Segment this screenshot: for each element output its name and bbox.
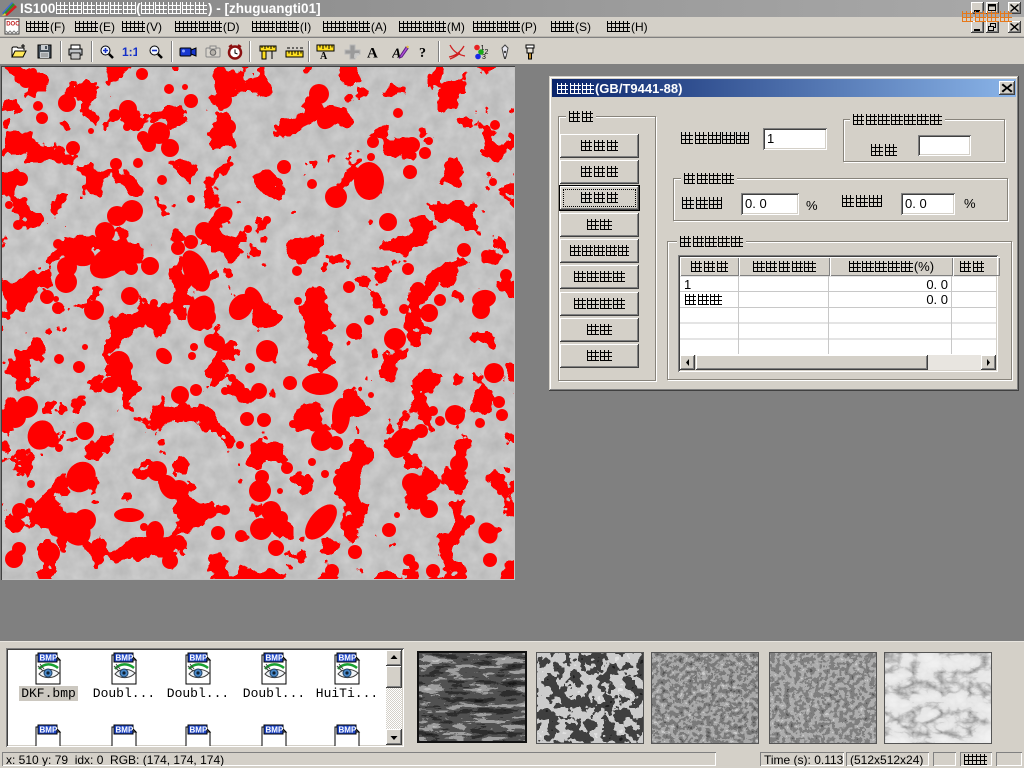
svg-text:BMP: BMP [40,654,58,663]
svg-text:3: 3 [482,54,486,60]
svg-text:BMP: BMP [116,654,134,663]
svg-text:DOC: DOC [6,22,20,28]
svg-text:BMP: BMP [190,726,208,735]
svg-text:BMP: BMP [266,726,284,735]
svg-text:BMP: BMP [40,726,58,735]
svg-text:BMP: BMP [339,654,357,663]
svg-text:1:1: 1:1 [122,45,137,59]
svg-text:BMP: BMP [266,654,284,663]
svg-text:BMP: BMP [116,726,134,735]
svg-text:A: A [320,51,328,60]
svg-text:A: A [367,46,378,61]
svg-text:BMP: BMP [339,726,357,735]
svg-text:?: ? [419,46,426,60]
svg-text:BMP: BMP [190,654,208,663]
